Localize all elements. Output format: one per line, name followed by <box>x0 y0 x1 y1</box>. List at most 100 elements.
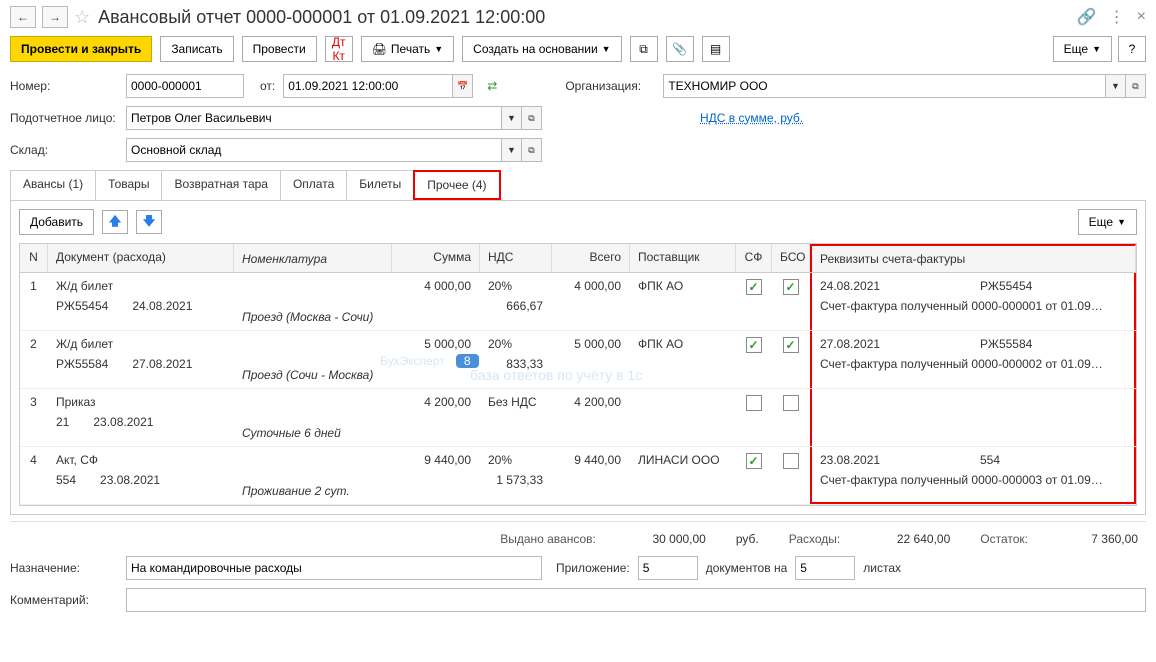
cell-sum: 9 440,00 <box>392 447 480 504</box>
add-button[interactable]: Добавить <box>19 209 94 235</box>
cell-supplier: ФПК АО <box>630 331 736 388</box>
sub-more-button[interactable]: Еще ▼ <box>1078 209 1137 235</box>
person-label: Подотчетное лицо: <box>10 111 118 125</box>
nav-back-button[interactable]: ← <box>10 6 36 28</box>
th-doc: Документ (расхода) <box>48 244 234 272</box>
cell-sum: 5 000,00 <box>392 331 480 388</box>
warehouse-popout-icon[interactable]: ⧉ <box>522 138 542 162</box>
cell-sf[interactable]: ✓ <box>736 447 772 504</box>
cell-bso[interactable]: ✓ <box>772 331 810 388</box>
help-button[interactable]: ? <box>1118 36 1146 62</box>
org-label: Организация: <box>565 79 655 93</box>
vat-link[interactable]: НДС в сумме, руб. <box>700 111 803 125</box>
list-icon-button[interactable]: ▤ <box>702 36 730 62</box>
totals-advances: 30 000,00 <box>626 532 706 546</box>
sheets-label: листах <box>863 561 901 575</box>
refresh-icon[interactable]: ⇄ <box>487 79 497 93</box>
cell-rek <box>810 389 1136 446</box>
close-icon[interactable]: × <box>1137 8 1146 26</box>
link-icon[interactable]: 🔗 <box>1077 7 1097 27</box>
tab-other[interactable]: Прочее (4) <box>413 170 500 200</box>
warehouse-dropdown-icon[interactable]: ▼ <box>502 138 522 162</box>
table-row[interactable]: 4 Акт, СФ 55423.08.2021 Проживание 2 сут… <box>20 447 1136 505</box>
cell-bso[interactable]: ✓ <box>772 273 810 330</box>
nav-forward-button[interactable]: → <box>42 6 68 28</box>
more-button[interactable]: Еще ▼ <box>1053 36 1112 62</box>
th-sum: Сумма <box>392 244 480 272</box>
th-nds: НДС <box>480 244 552 272</box>
sheets-count-field[interactable] <box>795 556 855 580</box>
org-dropdown-icon[interactable]: ▼ <box>1106 74 1126 98</box>
cell-supplier: ЛИНАСИ ООО <box>630 447 736 504</box>
th-supplier: Поставщик <box>630 244 736 272</box>
cell-supplier: ФПК АО <box>630 273 736 330</box>
favorite-star-icon[interactable]: ☆ <box>74 7 90 28</box>
attachment-count-field[interactable] <box>638 556 698 580</box>
dtkt-icon[interactable]: ДтКт <box>325 36 353 62</box>
person-field[interactable] <box>126 106 502 130</box>
table-row[interactable]: 3 Приказ 2123.08.2021 Суточные 6 дней 4 … <box>20 389 1136 447</box>
totals-currency: руб. <box>736 532 759 546</box>
cell-rek: 24.08.2021РЖ55454 Счет-фактура полученны… <box>810 273 1136 330</box>
person-dropdown-icon[interactable]: ▼ <box>502 106 522 130</box>
cell-n: 1 <box>20 273 48 330</box>
print-button[interactable]: 🖨 Печать ▼ <box>361 36 454 62</box>
cell-total: 9 440,00 <box>552 447 630 504</box>
cell-total: 4 200,00 <box>552 389 630 446</box>
org-field[interactable] <box>663 74 1106 98</box>
warehouse-field[interactable] <box>126 138 502 162</box>
from-label: от: <box>260 79 275 93</box>
cell-sf[interactable]: ✓ <box>736 273 772 330</box>
number-label: Номер: <box>10 79 118 93</box>
totals-balance: 7 360,00 <box>1058 532 1138 546</box>
org-popout-icon[interactable]: ⧉ <box>1126 74 1146 98</box>
purpose-field[interactable] <box>126 556 542 580</box>
calendar-icon[interactable]: 📅 <box>453 74 473 98</box>
docs-on-label: документов на <box>706 561 788 575</box>
post-and-close-button[interactable]: Провести и закрыть <box>10 36 152 62</box>
totals-expenses: 22 640,00 <box>870 532 950 546</box>
write-button[interactable]: Записать <box>160 36 233 62</box>
th-bso: БСО <box>772 244 810 272</box>
move-down-button[interactable]: 🡇 <box>136 210 162 234</box>
cell-nds: 20%1 573,33 <box>480 447 552 504</box>
cell-doc: Акт, СФ 55423.08.2021 <box>48 447 234 504</box>
cell-n: 4 <box>20 447 48 504</box>
cell-sf[interactable]: ✓ <box>736 331 772 388</box>
post-button[interactable]: Провести <box>242 36 317 62</box>
tab-returnable[interactable]: Возвратная тара <box>161 170 281 200</box>
totals-advances-label: Выдано авансов: <box>500 532 596 546</box>
cell-nds: 20%833,33 <box>480 331 552 388</box>
purpose-label: Назначение: <box>10 561 118 575</box>
cell-n: 2 <box>20 331 48 388</box>
kebab-menu-icon[interactable]: ⋮ <box>1109 7 1125 27</box>
copy-icon-button[interactable]: ⧉ <box>630 36 658 62</box>
warehouse-label: Склад: <box>10 143 118 157</box>
th-nom: Номенклатура <box>234 244 392 272</box>
cell-nom: Проезд (Москва - Сочи) <box>234 273 392 330</box>
cell-sum: 4 200,00 <box>392 389 480 446</box>
totals-balance-label: Остаток: <box>980 532 1028 546</box>
cell-sf[interactable] <box>736 389 772 446</box>
tab-payment[interactable]: Оплата <box>280 170 347 200</box>
person-popout-icon[interactable]: ⧉ <box>522 106 542 130</box>
tab-tickets[interactable]: Билеты <box>346 170 414 200</box>
comment-label: Комментарий: <box>10 593 118 607</box>
cell-total: 4 000,00 <box>552 273 630 330</box>
move-up-button[interactable]: 🡅 <box>102 210 128 234</box>
tab-advances[interactable]: Авансы (1) <box>10 170 96 200</box>
table-row[interactable]: 2 Ж/д билет РЖ5558427.08.2021 Проезд (Со… <box>20 331 1136 389</box>
cell-nom: Суточные 6 дней <box>234 389 392 446</box>
attach-icon-button[interactable]: 📎 <box>666 36 694 62</box>
comment-field[interactable] <box>126 588 1146 612</box>
date-field[interactable] <box>283 74 453 98</box>
cell-nom: Проезд (Сочи - Москва) <box>234 331 392 388</box>
cell-nom: Проживание 2 сут. <box>234 447 392 504</box>
cell-bso[interactable] <box>772 447 810 504</box>
tab-goods[interactable]: Товары <box>95 170 162 200</box>
table-row[interactable]: 1 Ж/д билет РЖ5545424.08.2021 Проезд (Мо… <box>20 273 1136 331</box>
number-field[interactable] <box>126 74 244 98</box>
attachment-label: Приложение: <box>556 561 630 575</box>
create-based-button[interactable]: Создать на основании ▼ <box>462 36 621 62</box>
cell-bso[interactable] <box>772 389 810 446</box>
